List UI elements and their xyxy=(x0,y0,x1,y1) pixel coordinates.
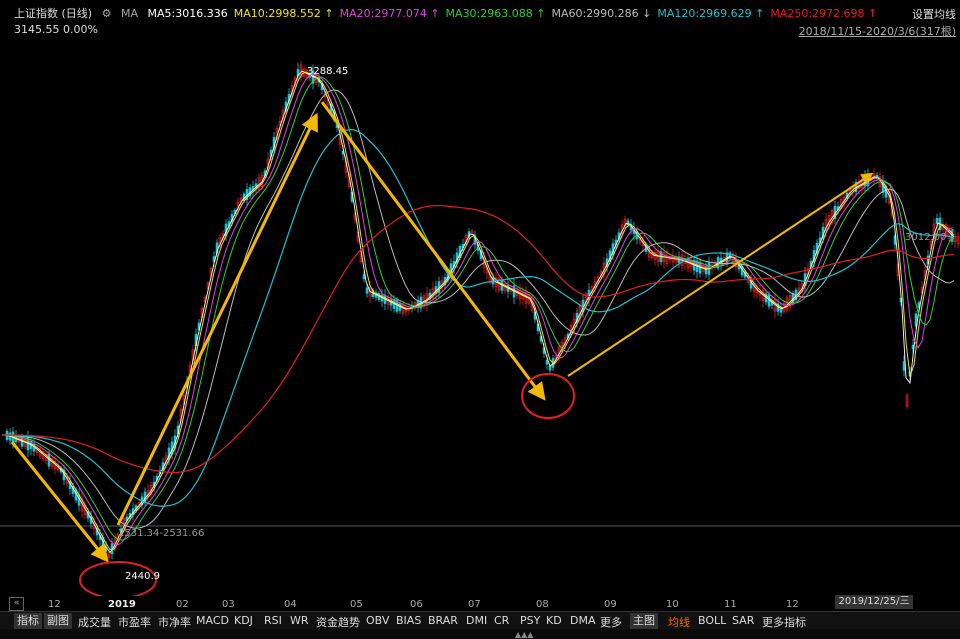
index-name[interactable]: 上证指数 (日线) xyxy=(14,7,92,20)
ref-label: 2531.34-2531.66 xyxy=(118,528,204,539)
tab-11[interactable]: BIAS xyxy=(396,614,421,627)
tab-22[interactable]: SAR xyxy=(732,614,754,627)
x-tick: 2019 xyxy=(108,599,136,610)
bottom-strip xyxy=(0,629,960,639)
price-readout: 3145.55 0.00% xyxy=(14,23,98,36)
resize-grip-icon[interactable]: ▲▲▲ xyxy=(515,630,535,639)
ma-legend: 上证指数 (日线) ⚙ MA MA5:3016.336 MA10:2998.552… xyxy=(14,5,889,21)
x-tick: 12 xyxy=(786,599,799,610)
tab-1[interactable]: 副图 xyxy=(44,613,72,629)
trend-arrow-1 xyxy=(116,112,318,526)
x-tick: 04 xyxy=(284,599,297,610)
tab-13[interactable]: DMI xyxy=(466,614,487,627)
trend-arrow-3 xyxy=(567,172,874,377)
current-date-badge: 2019/12/25/三 xyxy=(835,595,913,609)
tab-19[interactable]: 主图 xyxy=(630,613,658,629)
x-tick: 07 xyxy=(468,599,481,610)
tab-17[interactable]: DMA xyxy=(570,614,596,627)
candle-body xyxy=(902,361,906,371)
tab-4[interactable]: 市净率 xyxy=(158,614,191,630)
ma-indicator-3[interactable]: MA30:2963.088 ↑ xyxy=(446,7,546,20)
tab-20[interactable]: 均线 xyxy=(668,614,690,630)
tab-5[interactable]: MACD xyxy=(196,614,229,627)
tab-6[interactable]: KDJ xyxy=(234,614,253,627)
tab-21[interactable]: BOLL xyxy=(698,614,726,627)
ma-indicator-2[interactable]: MA20:2977.074 ↑ xyxy=(340,7,440,20)
ma-indicator-0[interactable]: MA5:3016.336 xyxy=(147,7,227,20)
ma-indicator-4[interactable]: MA60:2990.286 ↓ xyxy=(551,7,651,20)
tab-10[interactable]: OBV xyxy=(366,614,389,627)
x-tick: 09 xyxy=(604,599,617,610)
date-range-link[interactable]: 2018/11/15-2020/3/6(317根) xyxy=(799,23,956,39)
tab-7[interactable]: RSI xyxy=(264,614,282,627)
ma-indicator-1[interactable]: MA10:2998.552 ↑ xyxy=(234,7,334,20)
mid-circle xyxy=(521,373,575,419)
tab-9[interactable]: 资金趋势 xyxy=(316,614,360,630)
tab-8[interactable]: WR xyxy=(290,614,309,627)
x-tick: 02 xyxy=(176,599,189,610)
right-label: 3012.00 xyxy=(905,232,946,243)
gear-icon[interactable]: ⚙ xyxy=(102,7,112,20)
x-tick: 08 xyxy=(536,599,549,610)
x-tick: 11 xyxy=(724,599,737,610)
x-tick: 03 xyxy=(222,599,235,610)
tab-12[interactable]: BRAR xyxy=(428,614,458,627)
tab-15[interactable]: PSY xyxy=(520,614,540,627)
ma-indicator-6[interactable]: MA250:2972.698 ↑ xyxy=(770,7,877,20)
tab-0[interactable]: 指标 xyxy=(14,613,42,629)
x-tick: 12 xyxy=(48,599,61,610)
candles xyxy=(5,60,960,560)
x-axis: 12 2019 02 03 04 05 06 07 08 09 10 11 12 xyxy=(0,597,960,611)
x-tick: 06 xyxy=(410,599,423,610)
ma-label[interactable]: MA xyxy=(121,7,138,20)
candle-body xyxy=(548,366,552,371)
indicator-tabbar: 指标 副图 成交量 市盈率 市净率 MACD KDJ RSI WR 资金趋势 OBV BIAS BRAR… xyxy=(0,611,960,630)
tab-14[interactable]: CR xyxy=(494,614,509,627)
candle-body xyxy=(365,287,369,294)
trend-arrow-2 xyxy=(320,101,546,401)
x-tick: 05 xyxy=(350,599,363,610)
tab-3[interactable]: 市盈率 xyxy=(118,614,151,630)
x-tick: 10 xyxy=(666,599,679,610)
chart-header: 上证指数 (日线) ⚙ MA MA5:3016.336 MA10:2998.552… xyxy=(0,0,960,40)
ma-indicator-5[interactable]: MA120:2969.629 ↑ xyxy=(657,7,764,20)
candlestick-chart[interactable]: 3288.45 2440.9 2531.34-2531.66 3012.00 xyxy=(0,40,960,596)
high-label: 3288.45 xyxy=(307,66,348,77)
tab-18[interactable]: 更多 xyxy=(600,614,622,630)
tab-16[interactable]: KD xyxy=(546,614,562,627)
trend-arrows xyxy=(10,101,874,563)
tab-23[interactable]: 更多指标 xyxy=(762,614,806,630)
low-label: 2440.9 xyxy=(125,571,160,582)
tab-2[interactable]: 成交量 xyxy=(78,614,111,630)
ma-line-5 xyxy=(2,128,955,507)
set-ma-button[interactable]: 设置均线 xyxy=(912,6,956,22)
